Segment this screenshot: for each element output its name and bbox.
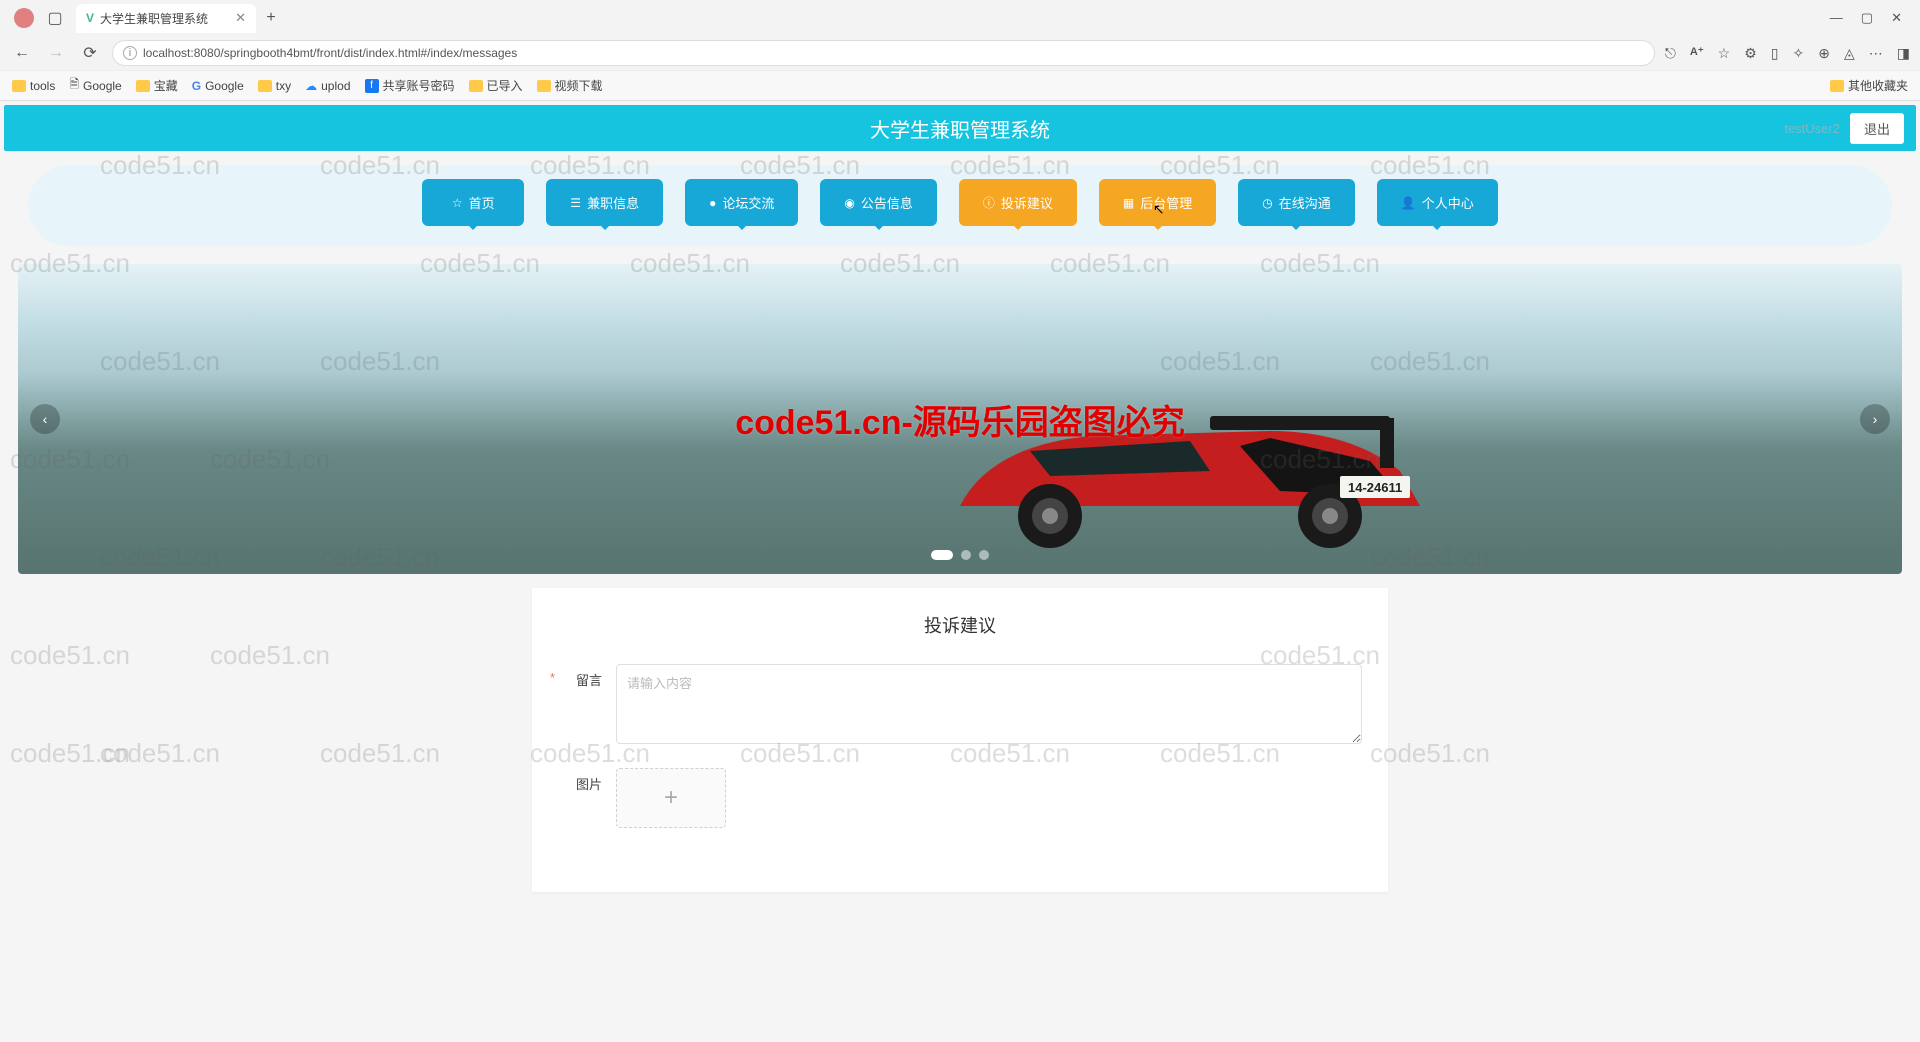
- url-input[interactable]: i localhost:8080/springbooth4bmt/front/d…: [112, 40, 1655, 66]
- image-label: 图片: [558, 768, 602, 793]
- bookmark-bar: tools 🗎Google 宝藏 GGoogle txy ☁uplod f共享账…: [0, 70, 1920, 100]
- more-icon[interactable]: ⋯: [1869, 45, 1883, 62]
- url-text: localhost:8080/springbooth4bmt/front/dis…: [143, 46, 517, 60]
- bookmark-other[interactable]: 其他收藏夹: [1830, 77, 1908, 94]
- folder-icon: [258, 80, 272, 92]
- cloud-icon: ☁: [305, 79, 317, 93]
- address-bar: ← → ⟳ i localhost:8080/springbooth4bmt/f…: [0, 36, 1920, 70]
- bookmark-tools[interactable]: tools: [12, 79, 55, 93]
- read-aloud-icon[interactable]: ⎋: [1665, 45, 1676, 62]
- folder-icon: [537, 80, 551, 92]
- complaint-form: 投诉建议 留言 图片 +: [532, 588, 1388, 892]
- bookmark-video[interactable]: 视频下载: [537, 77, 603, 94]
- carousel-dots: [931, 550, 989, 560]
- vue-favicon-icon: V: [86, 11, 94, 25]
- minimize-icon[interactable]: —: [1830, 10, 1843, 26]
- profile-avatar-icon[interactable]: [14, 8, 34, 28]
- bookmark-accounts[interactable]: f共享账号密码: [365, 77, 455, 94]
- extensions-icon[interactable]: ✧: [1793, 45, 1805, 62]
- list-icon: ☰: [570, 196, 581, 210]
- text-icon[interactable]: A⁺: [1690, 45, 1704, 62]
- close-window-icon[interactable]: ✕: [1891, 10, 1902, 26]
- carousel-dot-3[interactable]: [979, 550, 989, 560]
- bookmark-google[interactable]: 🗎Google: [69, 75, 121, 96]
- message-input[interactable]: [616, 664, 1362, 744]
- current-user: testUser2: [1784, 121, 1840, 136]
- tab-bar: ▢ V 大学生兼职管理系统 ✕ + — ▢ ✕: [0, 0, 1920, 36]
- page-title: 大学生兼职管理系统: [870, 114, 1050, 143]
- folder-icon: [1830, 80, 1844, 92]
- bookmark-uplod[interactable]: ☁uplod: [305, 79, 350, 93]
- nav-complaint[interactable]: ⓘ投诉建议: [959, 179, 1077, 226]
- form-row-image: 图片 +: [558, 768, 1362, 828]
- folder-icon: [136, 80, 150, 92]
- message-label: 留言: [558, 664, 602, 689]
- downloads-icon[interactable]: ⊕: [1818, 45, 1830, 62]
- refresh-button[interactable]: ⟳: [78, 41, 102, 65]
- nav-home[interactable]: ☆首页: [422, 179, 524, 226]
- main-nav: ☆首页 ☰兼职信息 ●论坛交流 ◉公告信息 ⓘ投诉建议 ▦后台管理↖ ◷在线沟通…: [28, 165, 1892, 246]
- folder-icon: [12, 80, 26, 92]
- google-icon: G: [192, 79, 201, 93]
- forward-button[interactable]: →: [44, 41, 68, 65]
- window-controls: — ▢ ✕: [1830, 10, 1912, 26]
- collections-icon[interactable]: ▯: [1771, 45, 1779, 62]
- nav-forum[interactable]: ●论坛交流: [685, 179, 798, 226]
- watermark: code51.cn: [210, 640, 330, 671]
- nav-jobs[interactable]: ☰兼职信息: [546, 179, 663, 226]
- carousel-dot-2[interactable]: [961, 550, 971, 560]
- page-icon: 🗎: [69, 75, 79, 96]
- upload-button[interactable]: +: [616, 768, 726, 828]
- grid-icon: ▦: [1123, 196, 1134, 210]
- new-tab-button[interactable]: +: [260, 7, 282, 29]
- carousel-dot-1[interactable]: [931, 550, 953, 560]
- share-icon: f: [365, 79, 379, 93]
- site-info-icon[interactable]: i: [123, 46, 137, 60]
- bookmark-google2[interactable]: GGoogle: [192, 79, 244, 93]
- bookmark-imported[interactable]: 已导入: [469, 77, 523, 94]
- settings-gear-icon[interactable]: ⚙: [1744, 45, 1757, 62]
- nav-chat[interactable]: ◷在线沟通: [1238, 179, 1355, 226]
- browser-tab[interactable]: V 大学生兼职管理系统 ✕: [76, 4, 256, 33]
- adblock-icon[interactable]: ◬: [1844, 45, 1855, 62]
- watermark: code51.cn: [320, 738, 440, 769]
- watermark: code51.cn: [10, 738, 130, 769]
- tab-title: 大学生兼职管理系统: [100, 10, 208, 27]
- star-icon: ☆: [452, 196, 463, 210]
- dot-icon: ●: [709, 196, 716, 210]
- info-icon: ⓘ: [983, 194, 995, 211]
- user-icon: 👤: [1401, 196, 1416, 210]
- bookmark-treasure[interactable]: 宝藏: [136, 77, 178, 94]
- favorite-icon[interactable]: ☆: [1718, 45, 1731, 62]
- page-header: 大学生兼职管理系统 testUser2 退出: [4, 105, 1916, 151]
- sidebar-icon[interactable]: ◨: [1897, 45, 1910, 62]
- tab-list-icon[interactable]: ▢: [44, 7, 66, 29]
- folder-icon: [469, 80, 483, 92]
- browser-chrome: ▢ V 大学生兼职管理系统 ✕ + — ▢ ✕ ← → ⟳ i localhos…: [0, 0, 1920, 101]
- carousel-banner: 14-24611 code51.cn-源码乐园盗图必究 ‹ ›: [18, 264, 1902, 574]
- watermark: code51.cn: [10, 640, 130, 671]
- banner-watermark: code51.cn-源码乐园盗图必究: [735, 395, 1185, 444]
- nav-profile[interactable]: 👤个人中心: [1377, 179, 1498, 226]
- carousel-prev-button[interactable]: ‹: [30, 404, 60, 434]
- nav-admin[interactable]: ▦后台管理↖: [1099, 179, 1216, 226]
- nav-announce[interactable]: ◉公告信息: [820, 179, 937, 226]
- back-button[interactable]: ←: [10, 41, 34, 65]
- watermark: code51.cn: [100, 738, 220, 769]
- form-title: 投诉建议: [558, 612, 1362, 638]
- bookmark-txy[interactable]: txy: [258, 79, 291, 93]
- maximize-icon[interactable]: ▢: [1861, 10, 1873, 26]
- clock-icon: ◷: [1262, 196, 1272, 210]
- form-row-message: 留言: [558, 664, 1362, 744]
- plus-icon: +: [664, 784, 678, 812]
- carousel-next-button[interactable]: ›: [1860, 404, 1890, 434]
- target-icon: ◉: [844, 196, 854, 210]
- close-tab-icon[interactable]: ✕: [235, 10, 246, 26]
- logout-button[interactable]: 退出: [1850, 113, 1904, 144]
- svg-text:14-24611: 14-24611: [1348, 480, 1402, 495]
